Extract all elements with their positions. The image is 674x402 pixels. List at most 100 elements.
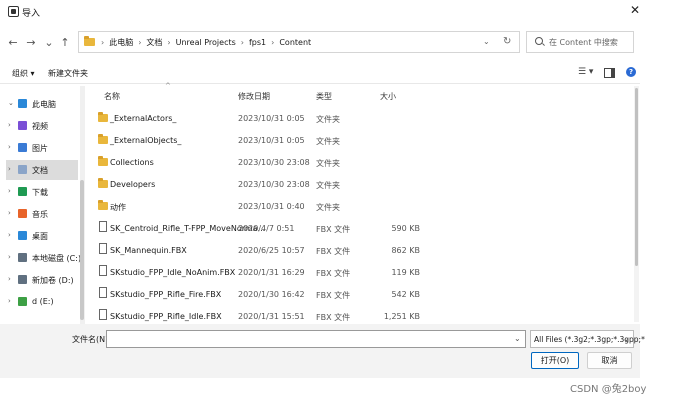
up-arrow-icon[interactable]: ↑ bbox=[58, 36, 72, 50]
refresh-icon[interactable]: ↻ bbox=[503, 36, 511, 47]
file-size: 590 KB bbox=[391, 224, 420, 233]
nav-scrollbar-thumb[interactable] bbox=[80, 180, 84, 320]
file-name: SK_Mannequin.FBX bbox=[110, 246, 187, 255]
file-type: FBX 文件 bbox=[316, 225, 351, 234]
chevron-right-icon[interactable]: › bbox=[8, 121, 11, 129]
sidebar-item[interactable]: › 本地磁盘 (C:) bbox=[6, 248, 82, 268]
folder-icon bbox=[98, 134, 108, 144]
sidebar-item[interactable]: › 视频 bbox=[6, 116, 78, 136]
sidebar-item[interactable]: › 音乐 bbox=[6, 204, 78, 224]
file-date: 2023/10/31 0:40 bbox=[238, 202, 305, 211]
help-icon[interactable]: ? bbox=[626, 67, 636, 77]
file-row[interactable]: _ExternalActors_ 2023/10/31 0:05 文件夹 bbox=[90, 108, 630, 130]
breadcrumb-separator[interactable]: › bbox=[241, 38, 244, 47]
sidebar-item[interactable]: › 图片 bbox=[6, 138, 78, 158]
view-menu-icon[interactable]: ☰ ▾ bbox=[578, 67, 593, 77]
breadcrumb-item[interactable]: fps1 bbox=[249, 38, 266, 47]
app-icon bbox=[8, 6, 19, 17]
open-button[interactable]: 打开(O) bbox=[531, 352, 579, 369]
search-box[interactable]: 在 Content 中搜索 bbox=[526, 31, 634, 53]
chevron-right-icon[interactable]: › bbox=[8, 297, 11, 305]
organize-menu[interactable]: 组织 ▾ bbox=[12, 68, 35, 79]
breadcrumb-item[interactable]: Unreal Projects bbox=[176, 38, 236, 47]
breadcrumb-item[interactable]: 文档 bbox=[146, 37, 162, 48]
filetype-select[interactable]: All Files (*.3g2;*.3gp;*.3gpp;* ⌄ bbox=[530, 330, 645, 348]
file-row[interactable]: SK_Mannequin.FBX 2020/6/25 10:57 FBX 文件 862… bbox=[90, 240, 630, 262]
chevron-right-icon[interactable]: › bbox=[8, 275, 11, 283]
filename-input[interactable] bbox=[106, 330, 526, 348]
file-name: _ExternalObjects_ bbox=[110, 136, 182, 145]
file-row[interactable]: _ExternalObjects_ 2023/10/31 0:05 文件夹 bbox=[90, 130, 630, 152]
chevron-down-icon[interactable]: ⌄ bbox=[8, 99, 14, 107]
preview-pane-icon[interactable] bbox=[604, 68, 615, 78]
new-folder-button[interactable]: 新建文件夹 bbox=[48, 68, 88, 79]
sidebar-item[interactable]: › 桌面 bbox=[6, 226, 78, 246]
sidebar-item[interactable]: › d (E:) bbox=[6, 292, 78, 312]
file-row[interactable]: Collections 2023/10/30 23:08 文件夹 bbox=[90, 152, 630, 174]
address-bar[interactable]: › 此电脑 › 文档 › Unreal Projects › fps1 › Content ⌄ ↻ bbox=[78, 31, 520, 53]
watermark: CSDN @兔2boy bbox=[570, 384, 647, 395]
breadcrumb-separator[interactable]: › bbox=[167, 38, 170, 47]
file-type: 文件夹 bbox=[316, 137, 340, 146]
sidebar-item-label: 本地磁盘 (C:) bbox=[32, 254, 82, 263]
file-type: 文件夹 bbox=[316, 181, 340, 190]
sidebar-item-label: 视频 bbox=[32, 122, 48, 131]
file-date: 2020/1/31 16:29 bbox=[238, 268, 305, 277]
sidebar-item[interactable]: › 下载 bbox=[6, 182, 78, 202]
chevron-down-icon[interactable]: ⌄ bbox=[483, 37, 490, 46]
file-date: 2020/4/7 0:51 bbox=[238, 224, 295, 233]
file-date: 2023/10/31 0:05 bbox=[238, 114, 305, 123]
column-type[interactable]: 类型 bbox=[316, 91, 332, 102]
file-row[interactable]: SK_Centroid_Rifle_T-FPP_MoveNorma... 2020… bbox=[90, 218, 630, 240]
chevron-right-icon[interactable]: › bbox=[8, 209, 11, 217]
sidebar-item[interactable]: ⌄ 此电脑 bbox=[6, 94, 78, 114]
breadcrumb-separator[interactable]: › bbox=[271, 38, 274, 47]
column-date[interactable]: 修改日期 bbox=[238, 91, 270, 102]
breadcrumb: › 此电脑 › 文档 › Unreal Projects › fps1 › Content bbox=[101, 37, 311, 48]
sidebar-item-label: 下载 bbox=[32, 188, 48, 197]
file-size: 862 KB bbox=[391, 246, 420, 255]
recent-dropdown-icon[interactable]: ⌄ bbox=[42, 36, 56, 50]
file-date: 2020/1/30 16:42 bbox=[238, 290, 305, 299]
column-name[interactable]: 名称 bbox=[104, 91, 120, 102]
sidebar-item[interactable]: › 新加卷 (D:) bbox=[6, 270, 78, 290]
sidebar-item-label: 文档 bbox=[32, 166, 48, 175]
back-arrow-icon[interactable]: ← bbox=[6, 36, 20, 50]
file-date: 2020/1/31 15:51 bbox=[238, 312, 305, 321]
file-row[interactable]: 动作 2023/10/31 0:40 文件夹 bbox=[90, 196, 630, 218]
file-icon bbox=[99, 243, 107, 254]
file-type: 文件夹 bbox=[316, 159, 340, 168]
column-size[interactable]: 大小 bbox=[380, 91, 396, 102]
file-name: SKstudio_FPP_Rifle_Fire.FBX bbox=[110, 290, 222, 299]
file-name: 动作 bbox=[110, 203, 126, 212]
usb-drive-icon bbox=[18, 297, 27, 306]
filename-history-chevron-icon[interactable]: ⌄ bbox=[514, 334, 521, 343]
cancel-button[interactable]: 取消 bbox=[587, 352, 632, 369]
breadcrumb-separator[interactable]: › bbox=[101, 38, 104, 47]
file-row[interactable]: Developers 2023/10/30 23:08 文件夹 bbox=[90, 174, 630, 196]
file-date: 2023/10/31 0:05 bbox=[238, 136, 305, 145]
file-size: 119 KB bbox=[391, 268, 420, 277]
music-icon bbox=[18, 209, 27, 218]
chevron-right-icon[interactable]: › bbox=[8, 187, 11, 195]
file-type: 文件夹 bbox=[316, 203, 340, 212]
breadcrumb-item[interactable]: 此电脑 bbox=[109, 37, 133, 48]
file-row[interactable]: SKstudio_FPP_Idle_NoAnim.FBX 2020/1/31 16… bbox=[90, 262, 630, 284]
close-button[interactable]: ✕ bbox=[628, 3, 642, 17]
list-scrollbar-thumb[interactable] bbox=[635, 88, 638, 266]
file-icon bbox=[99, 287, 107, 298]
chevron-right-icon[interactable]: › bbox=[8, 143, 11, 151]
sidebar-item-label: 新加卷 (D:) bbox=[32, 276, 74, 285]
documents-icon bbox=[18, 165, 27, 174]
breadcrumb-item[interactable]: Content bbox=[279, 38, 311, 47]
sidebar-item[interactable]: › 文档 bbox=[6, 160, 78, 180]
chevron-right-icon[interactable]: › bbox=[8, 253, 11, 261]
title-bar: 导入 ✕ bbox=[0, 0, 674, 24]
file-row[interactable]: SKstudio_FPP_Rifle_Fire.FBX 2020/1/30 16:… bbox=[90, 284, 630, 306]
search-input[interactable]: 在 Content 中搜索 bbox=[549, 37, 618, 48]
chevron-right-icon[interactable]: › bbox=[8, 231, 11, 239]
folder-icon bbox=[98, 178, 108, 188]
forward-arrow-icon[interactable]: → bbox=[24, 36, 38, 50]
breadcrumb-separator[interactable]: › bbox=[138, 38, 141, 47]
chevron-right-icon[interactable]: › bbox=[8, 165, 11, 173]
